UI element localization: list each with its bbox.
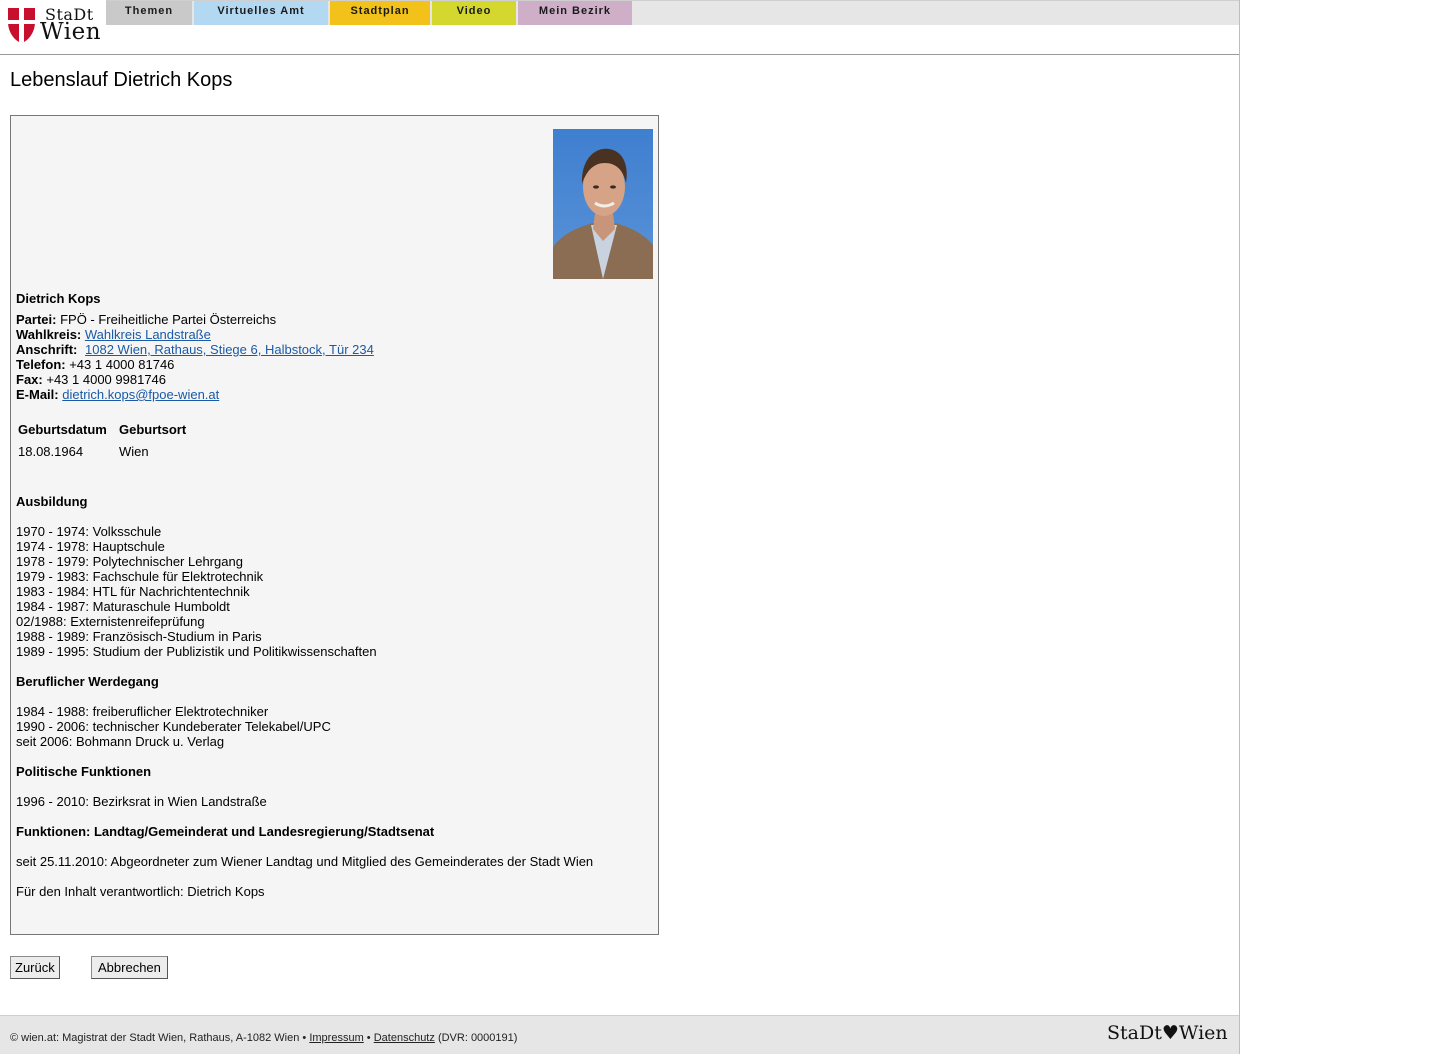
- cv-panel: Dietrich Kops Partei: FPÖ - Freiheitlich…: [10, 115, 659, 935]
- list-item: 1979 - 1983: Fachschule für Elektrotechn…: [16, 569, 264, 584]
- phone-row: Telefon: +43 1 4000 81746: [16, 357, 174, 372]
- nav-tab-stadtplan[interactable]: Stadtplan: [330, 1, 430, 25]
- list-item: 1974 - 1978: Hauptschule: [16, 539, 165, 554]
- stadt-wien-logo[interactable]: StaDt Wien: [0, 0, 106, 53]
- site-header: StaDt Wien Themen Virtuelles Amt Stadtpl…: [0, 0, 1239, 55]
- fax-label: Fax:: [16, 372, 43, 387]
- phone-label: Telefon:: [16, 357, 66, 372]
- responsible-note: Für den Inhalt verantwortlich: Dietrich …: [16, 884, 265, 899]
- education-list: 1970 - 1974: Volksschule 1974 - 1978: Ha…: [16, 524, 377, 659]
- nav-tab-themen[interactable]: Themen: [106, 1, 192, 25]
- list-item: 1988 - 1989: Französisch-Studium in Pari…: [16, 629, 262, 644]
- party-label: Partei:: [16, 312, 57, 327]
- district-link[interactable]: Wahlkreis Landstraße: [85, 327, 211, 342]
- email-link[interactable]: dietrich.kops@fpoe-wien.at: [62, 387, 219, 402]
- email-label: E-Mail:: [16, 387, 59, 402]
- cancel-button[interactable]: Abbrechen: [91, 956, 168, 979]
- footer-separator: •: [366, 1032, 371, 1044]
- imprint-link[interactable]: Impressum: [309, 1032, 363, 1044]
- address-label: Anschrift:: [16, 342, 78, 357]
- list-item: 1989 - 1995: Studium der Publizistik und…: [16, 644, 377, 659]
- list-item: 1990 - 2006: technischer Kundeberater Te…: [16, 719, 331, 734]
- birth-place-value: Wien: [119, 444, 149, 459]
- footer-copyright: © wien.at: Magistrat der Stadt Wien, Rat…: [10, 1032, 307, 1044]
- privacy-link[interactable]: Datenschutz: [374, 1032, 435, 1044]
- portrait-photo: [553, 129, 653, 279]
- list-item: 1984 - 1987: Maturaschule Humboldt: [16, 599, 230, 614]
- career-list: 1984 - 1988: freiberuflicher Elektrotech…: [16, 704, 331, 749]
- address-row: Anschrift: 1082 Wien, Rathaus, Stiege 6,…: [16, 342, 374, 357]
- back-button[interactable]: Zurück: [10, 956, 60, 979]
- district-label: Wahlkreis:: [16, 327, 82, 342]
- person-name: Dietrich Kops: [16, 291, 101, 306]
- email-row: E-Mail: dietrich.kops@fpoe-wien.at: [16, 387, 219, 402]
- political-title: Politische Funktionen: [16, 764, 152, 779]
- list-item: 1978 - 1979: Polytechnischer Lehrgang: [16, 554, 243, 569]
- vienna-shield-icon: [8, 8, 35, 42]
- functions-title: Funktionen: Landtag/Gemeinderat und Land…: [16, 824, 435, 839]
- address-link[interactable]: 1082 Wien, Rathaus, Stiege 6, Halbstock,…: [85, 342, 374, 357]
- birth-table-header-place: Geburtsort: [119, 422, 187, 437]
- nav-tab-video[interactable]: Video: [432, 1, 516, 25]
- list-item: 02/1988: Externistenreifeprüfung: [16, 614, 205, 629]
- nav-tab-mein-bezirk[interactable]: Mein Bezirk: [518, 1, 632, 25]
- fax-row: Fax: +43 1 4000 9981746: [16, 372, 166, 387]
- party-row: Partei: FPÖ - Freiheitliche Partei Öster…: [16, 312, 276, 327]
- page: StaDt Wien Themen Virtuelles Amt Stadtpl…: [0, 0, 1240, 1054]
- list-item: 1983 - 1984: HTL für Nachrichtentechnik: [16, 584, 250, 599]
- list-item: 1996 - 2010: Bezirksrat in Wien Landstra…: [16, 794, 267, 809]
- list-item: seit 2006: Bohmann Druck u. Verlag: [16, 734, 225, 749]
- page-title: Lebenslauf Dietrich Kops: [10, 69, 233, 91]
- logo-wien-text: Wien: [40, 19, 102, 45]
- footer-stadt-wien-logo[interactable]: StaDt♥Wien: [1107, 1022, 1228, 1044]
- functions-list: seit 25.11.2010: Abgeordneter zum Wiener…: [16, 854, 593, 869]
- birth-table-header-date: Geburtsdatum: [18, 422, 107, 437]
- portrait-image: [553, 129, 653, 279]
- birth-date-value: 18.08.1964: [18, 444, 84, 459]
- fax-value: +43 1 4000 9981746: [46, 372, 167, 387]
- nav-tab-virtuelles-amt[interactable]: Virtuelles Amt: [194, 1, 328, 25]
- list-item: 1970 - 1974: Volksschule: [16, 524, 162, 539]
- site-footer: © wien.at: Magistrat der Stadt Wien, Rat…: [0, 1015, 1239, 1054]
- list-item: 1984 - 1988: freiberuflicher Elektrotech…: [16, 704, 269, 719]
- party-value: FPÖ - Freiheitliche Partei Österreichs: [60, 312, 277, 327]
- career-title: Beruflicher Werdegang: [16, 674, 159, 689]
- education-title: Ausbildung: [16, 494, 88, 509]
- political-list: 1996 - 2010: Bezirksrat in Wien Landstra…: [16, 794, 267, 809]
- list-item: seit 25.11.2010: Abgeordneter zum Wiener…: [16, 854, 594, 869]
- district-row: Wahlkreis: Wahlkreis Landstraße: [16, 327, 211, 342]
- phone-value: +43 1 4000 81746: [69, 357, 175, 372]
- footer-text: © wien.at: Magistrat der Stadt Wien, Rat…: [10, 1032, 517, 1044]
- footer-dvr: (DVR: 0000191): [437, 1032, 518, 1044]
